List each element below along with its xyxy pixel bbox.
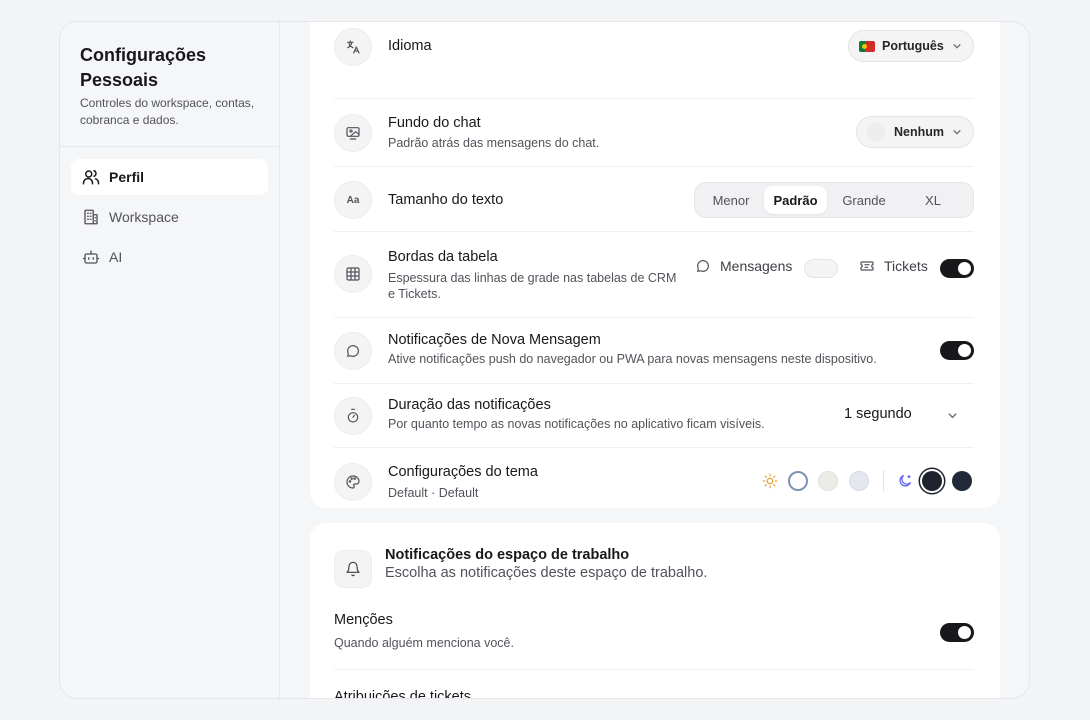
notification-duration-row: Duração das notificações Por quanto temp… xyxy=(334,396,974,436)
text-size-title: Tamanho do texto xyxy=(388,192,504,208)
tickets-border-toggle[interactable] xyxy=(940,259,974,278)
new-message-notifications-toggle[interactable] xyxy=(940,341,974,360)
bot-icon xyxy=(82,248,100,266)
preferences-card: Idioma Português Fundo do chat Padrão at… xyxy=(310,22,1000,508)
language-value: Português xyxy=(882,39,944,53)
notification-duration-value: 1 segundo xyxy=(844,406,912,422)
table-borders-row: Bordas da tabela Espessura das linhas de… xyxy=(334,249,974,301)
text-size-segmented: Menor Padrão Grande XL xyxy=(694,182,974,218)
chat-background-row: Fundo do chat Padrão atrás das mensagens… xyxy=(334,113,974,153)
mentions-description: Quando alguém menciona você. xyxy=(334,636,514,650)
message-circle-icon xyxy=(697,260,709,272)
moon-icon xyxy=(899,475,911,487)
main-content: Idioma Português Fundo do chat Padrão at… xyxy=(280,22,1029,698)
chat-background-description: Padrão atrás das mensagens do chat. xyxy=(388,136,600,150)
row-divider xyxy=(334,383,974,384)
theme-row: Configurações do tema Default · Default xyxy=(334,462,974,502)
sun-icon xyxy=(762,473,778,489)
row-divider xyxy=(334,317,974,318)
messages-border-label: Mensagens xyxy=(695,258,792,274)
sidebar-item-label: Perfil xyxy=(109,169,145,185)
palette-icon xyxy=(334,463,372,501)
notification-duration-select[interactable]: 1 segundo xyxy=(844,406,974,422)
theme-dark-swatch-default[interactable] xyxy=(922,471,942,491)
workspace-notifications-description: Escolha as notificações deste espaço de … xyxy=(385,565,708,581)
chat-background-title: Fundo do chat xyxy=(388,115,481,131)
settings-window: Configurações Pessoais Controles do work… xyxy=(59,21,1030,699)
workspace-notifications-card: Notificações do espaço de trabalho Escol… xyxy=(310,523,1000,699)
theme-separator xyxy=(883,470,884,492)
messages-border-toggle[interactable] xyxy=(804,259,838,278)
chat-background-select[interactable]: Nenhum xyxy=(856,116,974,148)
mentions-title: Menções xyxy=(334,612,393,628)
translate-icon xyxy=(334,28,372,66)
row-divider xyxy=(334,447,974,448)
row-divider xyxy=(334,669,974,670)
theme-light-swatch-cool[interactable] xyxy=(849,471,869,491)
text-size-option-grande[interactable]: Grande xyxy=(827,186,901,214)
chevron-down-icon xyxy=(948,413,957,419)
text-size-option-xl[interactable]: XL xyxy=(901,186,965,214)
theme-subtitle: Default · Default xyxy=(388,486,479,500)
image-icon xyxy=(334,114,372,152)
theme-light-swatch-warm[interactable] xyxy=(818,471,838,491)
users-icon xyxy=(82,168,100,186)
background-preview xyxy=(867,123,885,141)
table-borders-title: Bordas da tabela xyxy=(388,249,498,265)
mentions-toggle[interactable] xyxy=(940,623,974,642)
sidebar-item-workspace[interactable]: Workspace xyxy=(71,199,268,235)
bell-icon xyxy=(334,550,372,588)
ticket-assignments-title: Atribuições de tickets xyxy=(334,689,472,699)
notification-duration-title: Duração das notificações xyxy=(388,397,551,413)
sidebar-description: Controles do workspace, contas, cobranca… xyxy=(80,96,255,127)
chat-background-value: Nenhum xyxy=(894,125,944,139)
theme-dark-swatch-slate[interactable] xyxy=(952,471,972,491)
row-divider xyxy=(334,166,974,167)
text-size-option-menor[interactable]: Menor xyxy=(698,186,764,214)
language-select[interactable]: Português xyxy=(848,30,974,62)
building-icon xyxy=(82,208,100,226)
language-row: Idioma Português xyxy=(334,27,974,67)
chevron-down-icon xyxy=(953,44,961,49)
new-message-notifications-title: Notificações de Nova Mensagem xyxy=(388,332,601,348)
sidebar-item-perfil[interactable]: Perfil xyxy=(71,159,268,195)
portugal-flag-icon xyxy=(859,40,875,52)
row-divider xyxy=(334,98,974,99)
new-message-notifications-description: Ative notificações push do navegador ou … xyxy=(388,352,877,366)
sidebar: Configurações Pessoais Controles do work… xyxy=(60,22,280,698)
sidebar-divider xyxy=(60,146,279,147)
theme-title: Configurações do tema xyxy=(388,464,538,480)
new-message-notifications-row: Notificações de Nova Mensagem Ative noti… xyxy=(334,331,974,371)
row-divider xyxy=(334,231,974,232)
notification-duration-description: Por quanto tempo as novas notificações n… xyxy=(388,417,765,431)
sidebar-title: Configurações Pessoais xyxy=(80,45,207,90)
workspace-notifications-title: Notificações do espaço de trabalho xyxy=(385,547,630,563)
language-title: Idioma xyxy=(388,38,432,54)
ticket-icon xyxy=(860,261,874,271)
tickets-border-label: Tickets xyxy=(859,258,928,274)
message-circle-icon xyxy=(334,332,372,370)
text-size-icon: Aa xyxy=(334,181,372,219)
sidebar-item-ai[interactable]: AI xyxy=(71,239,268,275)
text-size-option-padrao[interactable]: Padrão xyxy=(764,186,827,214)
text-size-row: Aa Tamanho do texto Menor Padrão Grande … xyxy=(334,180,974,220)
sidebar-item-label: AI xyxy=(109,249,123,265)
chevron-down-icon xyxy=(953,130,961,135)
grid-icon xyxy=(334,255,372,293)
theme-light-swatch-default[interactable] xyxy=(788,471,808,491)
timer-icon xyxy=(334,397,372,435)
sidebar-item-label: Workspace xyxy=(109,209,179,225)
table-borders-description: Espessura das linhas de grade nas tabela… xyxy=(388,271,677,301)
